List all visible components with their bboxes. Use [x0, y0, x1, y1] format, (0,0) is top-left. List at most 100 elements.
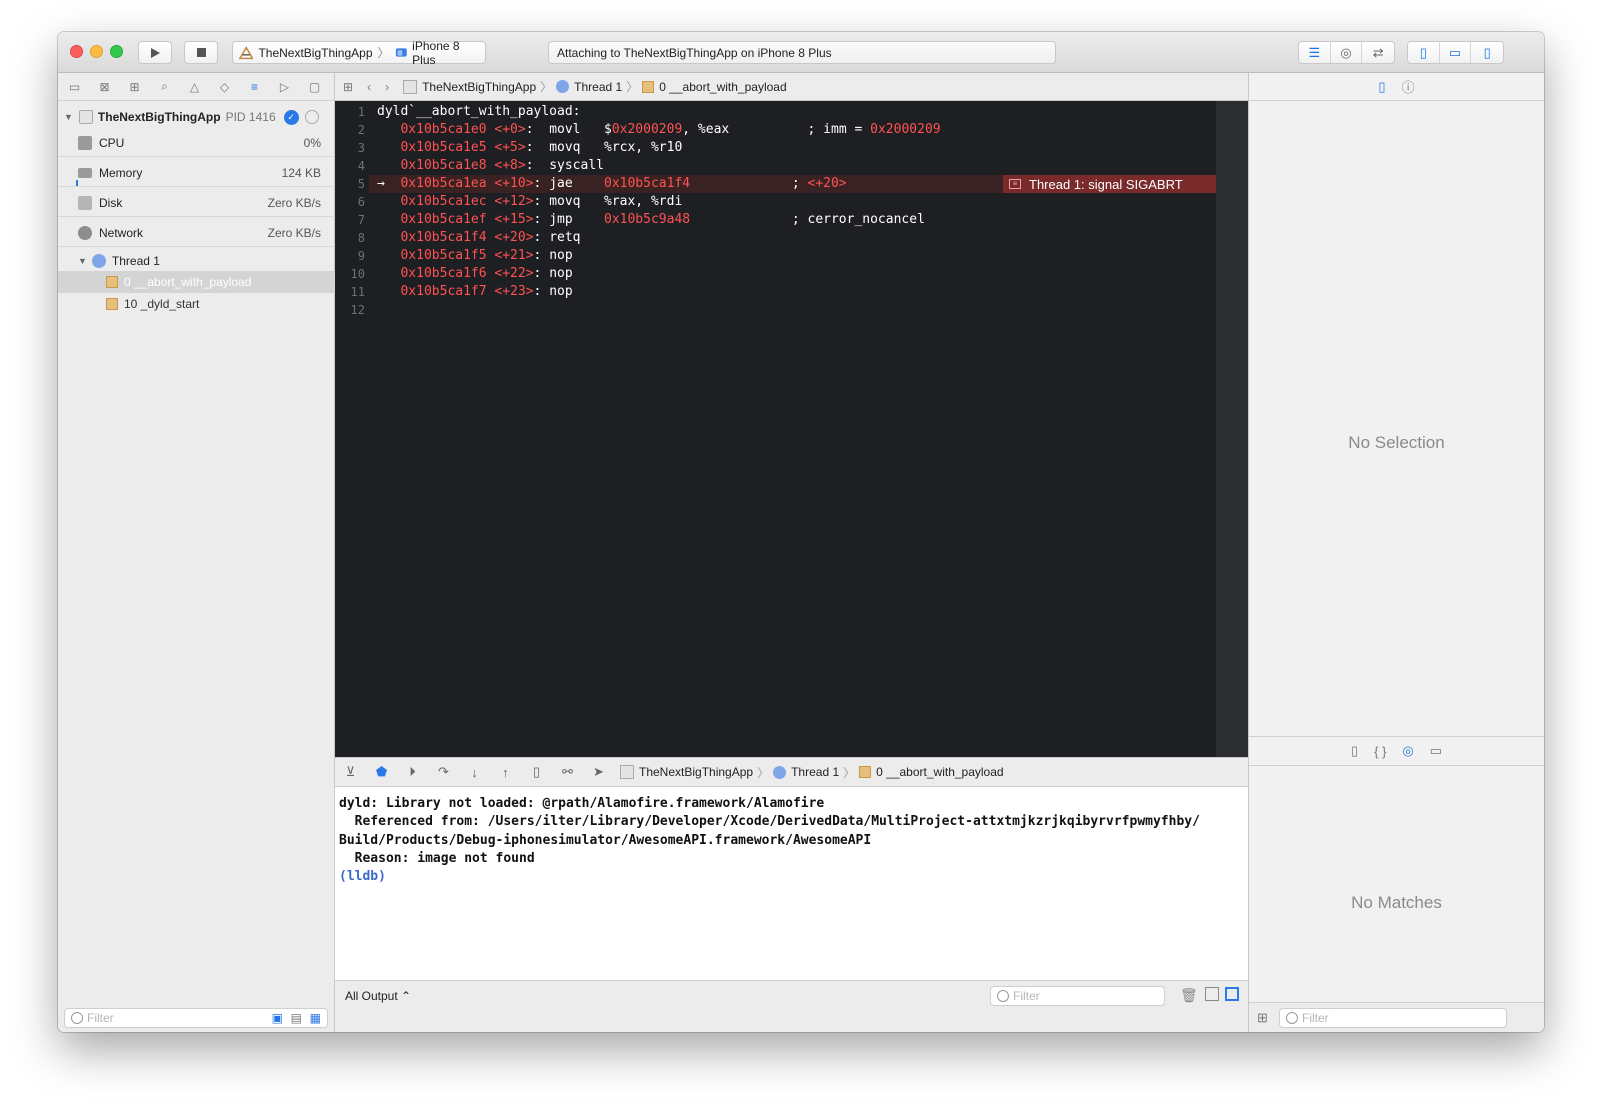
debug-breadcrumb-app[interactable]: TheNextBigThingApp — [639, 765, 753, 779]
scheme-selector[interactable]: TheNextBigThingApp 〉 iPhone 8 Plus — [232, 39, 486, 67]
code-snippet-icon[interactable]: { } — [1374, 744, 1386, 759]
offset: <+8> — [494, 158, 526, 173]
disclosure-triangle-icon[interactable]: ▼ — [64, 112, 73, 122]
view-debugger-icon[interactable]: ▯ — [521, 764, 552, 780]
gauge-label: CPU — [99, 136, 125, 150]
assistant-editor-icon[interactable]: ◎ — [1331, 42, 1363, 63]
console-line: dyld: Library not loaded: @rpath/Alamofi… — [339, 796, 825, 811]
run-button[interactable] — [138, 41, 172, 64]
symbol-icon[interactable]: ⊞ — [126, 78, 143, 95]
related-items-icon[interactable]: ⊞ — [343, 80, 353, 94]
version-editor-icon[interactable]: ⇄ — [1362, 42, 1394, 63]
operand-literal: 0x10b5c9a48 — [604, 212, 691, 227]
breakpoints-toggle-icon[interactable]: ⬟ — [366, 764, 397, 780]
object-library-icon[interactable]: ◎ — [1402, 743, 1413, 759]
address: 0x10b5ca1e5 — [400, 140, 487, 155]
comment-literal: <+20> — [807, 176, 847, 191]
standard-editor-icon[interactable]: ☰ — [1299, 42, 1331, 63]
grid-view-icon[interactable]: ⊞ — [1257, 1010, 1268, 1026]
report-icon[interactable]: ▢ — [306, 78, 323, 95]
code-line: 0x10b5ca1f5 <+21>: nop — [400, 248, 573, 263]
filter-option-icon[interactable]: ▣ — [272, 1011, 283, 1025]
comment-literal: 0x2000209 — [870, 122, 941, 137]
breadcrumb-frame[interactable]: 0 __abort_with_payload — [659, 80, 786, 94]
pause-state-icon[interactable] — [304, 110, 319, 124]
gauge-memory[interactable]: Memory 124 KB — [58, 159, 335, 187]
code-line: 0x10b5ca1e0 <+0>: movl $0x2000209, %eax … — [400, 122, 941, 137]
file-inspector-icon[interactable]: ▯ — [1378, 79, 1385, 95]
breadcrumb-app[interactable]: TheNextBigThingApp — [422, 80, 536, 94]
app-target-icon — [239, 45, 254, 59]
breakpoint-icon[interactable]: ▷ — [276, 78, 293, 95]
gauge-value: Zero KB/s — [267, 196, 321, 210]
offset: <+21> — [494, 248, 534, 263]
source-control-icon[interactable]: ⊠ — [96, 78, 113, 95]
trash-icon[interactable]: 🗑 — [1180, 987, 1198, 1004]
frame-row[interactable]: 10 _dyld_start — [58, 293, 335, 315]
debug-session-icon[interactable]: ✓ — [283, 109, 299, 125]
operand-literal: 0x10b5ca1f4 — [604, 176, 691, 191]
memory-graph-icon[interactable]: ⚯ — [552, 764, 583, 780]
memory-icon — [78, 168, 92, 178]
forward-arrow-icon[interactable]: › — [385, 80, 389, 94]
continue-icon[interactable]: ⏵ — [397, 764, 428, 780]
instruction: jmp — [549, 212, 573, 227]
code-line: 0x10b5ca1e5 <+5>: movq %rcx, %r10 — [400, 140, 683, 155]
step-out-icon[interactable]: ↑ — [490, 765, 521, 780]
instruction: nop — [549, 284, 573, 299]
close-window-button[interactable] — [70, 45, 83, 58]
stack-frame-icon — [642, 80, 655, 93]
console-view-icon[interactable] — [1225, 987, 1239, 1001]
crash-annotation[interactable]: ≡ Thread 1: signal SIGABRT — [1003, 175, 1216, 193]
test-icon[interactable]: ◇ — [216, 78, 233, 95]
debug-icon[interactable]: ≡ — [246, 78, 263, 95]
hide-debug-area-icon[interactable]: ⊻ — [335, 764, 366, 780]
console-filter-field[interactable]: Filter — [990, 986, 1165, 1006]
toggle-inspector-icon[interactable]: ▯ — [1471, 42, 1503, 63]
file-template-icon[interactable]: ▯ — [1351, 743, 1358, 759]
toggle-debug-area-icon[interactable]: ▭ — [1440, 42, 1472, 63]
offset: <+15> — [494, 212, 534, 227]
disassembly-editor[interactable]: 1 2 3 4 5 6 7 8 9 10 11 12 ≡ Thread 1: s… — [335, 101, 1248, 757]
gauge-cpu[interactable]: CPU 0% — [58, 129, 335, 157]
gauge-disk[interactable]: Disk Zero KB/s — [58, 189, 335, 217]
zoom-window-button[interactable] — [110, 45, 123, 58]
offset: <+20> — [494, 230, 534, 245]
breadcrumb-thread[interactable]: Thread 1 — [574, 80, 622, 94]
navigator-filter-field[interactable]: Filter ▣ ▤ ▦ — [64, 1008, 328, 1028]
library-tab-bar: ▯ { } ◎ ▭ — [1249, 736, 1544, 766]
line-number: 8 — [357, 231, 365, 245]
simulate-location-icon[interactable]: ➤ — [583, 764, 614, 780]
offset: <+0> — [494, 122, 526, 137]
debug-console[interactable]: dyld: Library not loaded: @rpath/Alamofi… — [335, 787, 1248, 980]
filter-option-icon[interactable]: ▦ — [310, 1011, 321, 1025]
frame-row-selected[interactable]: 0 __abort_with_payload — [58, 271, 335, 293]
folder-icon[interactable]: ▭ — [66, 78, 83, 95]
filter-placeholder: Filter — [1302, 1011, 1329, 1025]
gauge-network[interactable]: Network Zero KB/s — [58, 219, 335, 247]
search-icon[interactable]: ⌕ — [156, 78, 173, 95]
minimize-window-button[interactable] — [90, 45, 103, 58]
library-filter-field[interactable]: Filter — [1279, 1008, 1507, 1028]
quick-help-icon[interactable]: ⓘ — [1402, 77, 1415, 96]
filter-option-icon[interactable]: ▤ — [291, 1011, 302, 1025]
gauge-label: Network — [99, 226, 144, 240]
step-over-icon[interactable]: ↷ — [428, 764, 459, 780]
memory-bar — [76, 180, 78, 186]
function-header: dyld`__abort_with_payload: — [377, 104, 581, 119]
stop-button[interactable] — [184, 41, 218, 64]
debug-breadcrumb-thread[interactable]: Thread 1 — [791, 765, 839, 779]
process-row[interactable]: ▼ TheNextBigThingApp PID 1416 ✓ — [58, 105, 335, 129]
step-into-icon[interactable]: ↓ — [459, 765, 490, 780]
warning-icon[interactable]: △ — [186, 78, 203, 95]
editor-scrollbar[interactable] — [1216, 101, 1248, 757]
thread-row[interactable]: ▼ Thread 1 — [58, 249, 335, 273]
output-selector[interactable]: All Output ⌃ — [345, 989, 411, 1003]
disclosure-triangle-icon[interactable]: ▼ — [78, 256, 87, 266]
media-library-icon[interactable]: ▭ — [1430, 743, 1442, 759]
back-arrow-icon[interactable]: ‹ — [367, 80, 371, 94]
debug-breadcrumb-frame[interactable]: 0 __abort_with_payload — [876, 765, 1003, 779]
editor-jump-bar: ⊞ ‹ › TheNextBigThingApp 〉 Thread 1 〉 0 … — [335, 73, 1248, 101]
variables-view-icon[interactable] — [1205, 987, 1219, 1001]
toggle-navigator-icon[interactable]: ▯ — [1408, 42, 1440, 63]
